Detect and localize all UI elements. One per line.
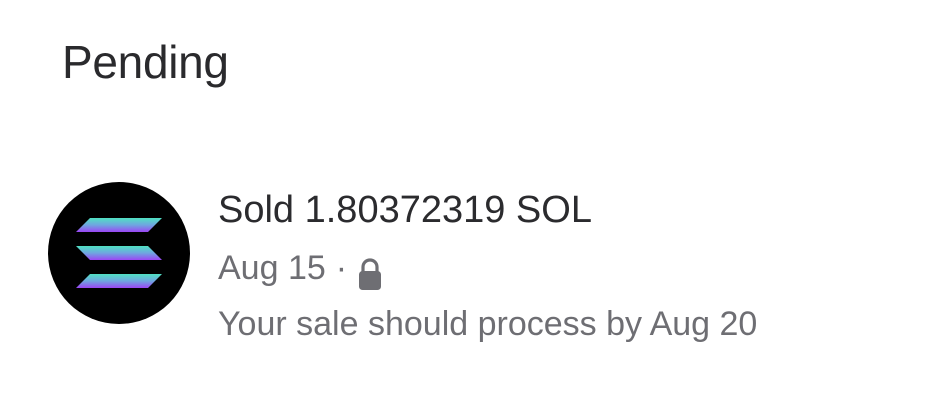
transaction-status-note: Your sale should process by Aug 20 [218,305,758,343]
transaction-meta: Aug 15 · [218,240,757,296]
solana-logo-icon [48,182,190,324]
transaction-date: Aug 15 [218,249,326,287]
meta-separator: · [335,249,348,287]
transaction-title: Sold 1.80372319 SOL [218,189,592,231]
lock-icon [357,253,383,290]
section-title: Pending [62,36,229,88]
transaction-details: Sold 1.80372319 SOL Aug 15 · Your sale s… [218,180,757,352]
transaction-row[interactable]: Sold 1.80372319 SOL Aug 15 · Your sale s… [48,180,928,370]
